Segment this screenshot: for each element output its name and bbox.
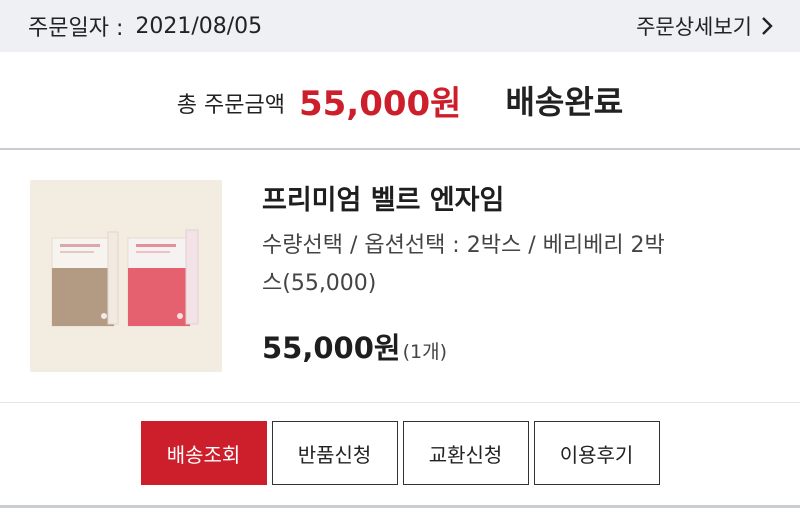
divider [0,402,800,403]
write-review-button[interactable]: 이용후기 [533,421,660,485]
product-item: 프리미엄 벨르 엔자임 수량선택 / 옵션선택 : 2박스 / 베리베리 2박 … [0,150,800,402]
product-option-line2: 스(55,000) [262,271,377,296]
product-image[interactable] [30,180,222,372]
total-amount: 55,000원 [298,83,462,124]
order-summary: 총 주문금액 55,000원 배송완료 [0,52,800,148]
order-detail-link[interactable]: 주문상세보기 [636,11,774,41]
product-info: 프리미엄 벨르 엔자임 수량선택 / 옵션선택 : 2박스 / 베리베리 2박 … [262,178,772,367]
order-header: 주문일자 : 2021/08/05 주문상세보기 [0,0,800,52]
product-name[interactable]: 프리미엄 벨르 엔자임 [262,178,772,217]
return-request-button[interactable]: 반품신청 [271,421,398,485]
total-label: 총 주문금액 [176,93,285,118]
product-image-art [30,180,222,372]
order-date-value: 2021/08/05 [135,13,263,39]
order-actions: 배송조회 반품신청 교환신청 이용후기 [0,421,800,485]
track-delivery-button[interactable]: 배송조회 [140,421,267,485]
product-quantity: (1개) [402,341,447,363]
product-price-row: 55,000원 (1개) [262,325,772,367]
order-detail-label: 주문상세보기 [636,15,752,39]
exchange-request-button[interactable]: 교환신청 [402,421,529,485]
product-option-line1: 수량선택 / 옵션선택 : 2박스 / 베리베리 2박 [262,233,665,258]
delivery-status: 배송완료 [505,83,624,121]
divider [0,505,800,508]
order-date: 주문일자 : 2021/08/05 [28,10,262,42]
product-price: 55,000원 [262,331,401,365]
order-date-label: 주문일자 : [28,16,124,41]
chevron-right-icon [762,17,773,35]
